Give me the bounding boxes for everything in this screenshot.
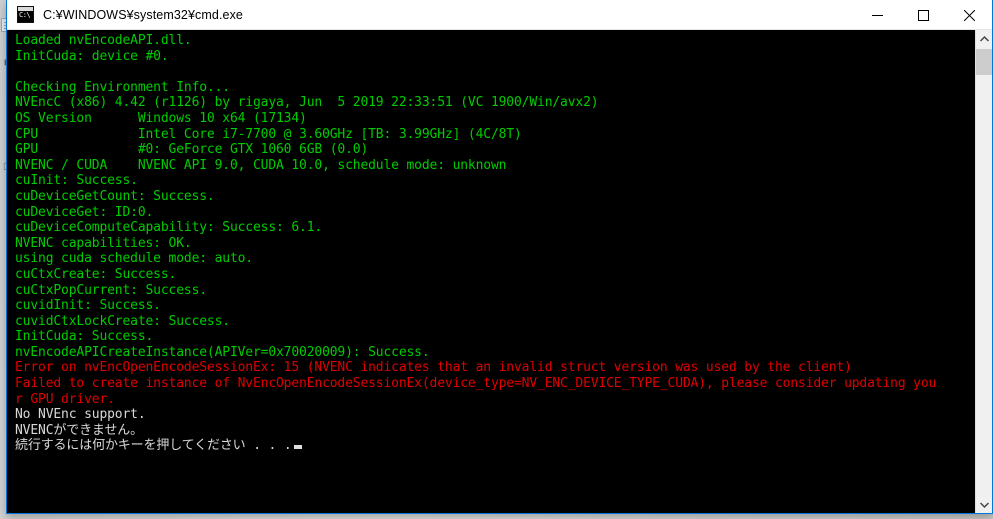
cmd-console-icon: C:\ [17,6,34,23]
console-line: Error on nvEncOpenEncodeSessionEx: 15 (N… [15,360,852,376]
console-line: GPU #0: GeForce GTX 1060 6GB (0.0) [15,142,369,158]
console-line: NVENC / CUDA NVENC API 9.0, CUDA 10.0, s… [15,157,507,173]
console-line: cuDeviceGetCount: Success. [15,188,215,204]
close-icon [963,9,975,21]
scroll-down-button[interactable] [976,496,992,513]
title-bar[interactable]: C:\ C:¥WINDOWS¥system32¥cmd.exe [7,0,992,30]
console-line: cuInit: Success. [15,173,138,189]
text-cursor [293,445,302,450]
console-line: 続行するには何かキーを押してください . . . [15,438,975,454]
console-line: nvEncodeAPICreateInstance(APIVer=0x70020… [15,344,430,360]
console-line: cuCtxCreate: Success. [15,266,177,282]
console-line: NVENCができません。 [15,422,143,438]
scroll-up-button[interactable] [976,30,992,47]
minimize-button[interactable] [854,0,900,30]
window-body: Loaded nvEncodeAPI.dll. InitCuda: device … [7,30,992,513]
close-button[interactable] [946,0,992,30]
console-line: No NVEnc support. [15,407,146,423]
chevron-up-icon [979,35,989,41]
console-line: NVENC capabilities: OK. [15,235,192,251]
console-text: Loaded nvEncodeAPI.dll. InitCuda: device … [15,33,975,454]
scrollbar-track[interactable] [976,47,992,496]
maximize-icon [917,9,929,21]
console-line: CPU Intel Core i7-7700 @ 3.60GHz [TB: 3.… [15,126,522,142]
window-title: C:¥WINDOWS¥system32¥cmd.exe [43,7,243,22]
console-line: cuDeviceGet: ID:0. [15,204,154,220]
vertical-scrollbar[interactable] [975,30,992,513]
console-line: cuvidInit: Success. [15,298,161,314]
console-line: InitCuda: Success. [15,329,154,345]
console-line: using cuda schedule mode: auto. [15,251,253,267]
console-line: Checking Environment Info... [15,79,230,95]
console-line: InitCuda: device #0. [15,48,169,64]
console-line: cuvidCtxLockCreate: Success. [15,313,230,329]
console-line: r GPU driver. [15,391,115,407]
chevron-down-icon [979,502,989,508]
console-output-area[interactable]: Loaded nvEncodeAPI.dll. InitCuda: device … [7,30,975,513]
console-line: Loaded nvEncodeAPI.dll. [15,33,192,48]
console-line: cuCtxPopCurrent: Success. [15,282,207,298]
console-line: NVEncC (x86) 4.42 (r1126) by rigaya, Jun… [15,95,599,111]
scrollbar-thumb[interactable] [976,49,992,75]
console-line: OS Version Windows 10 x64 (17134) [15,110,307,126]
window-controls [854,0,992,30]
maximize-button[interactable] [900,0,946,30]
console-line: Failed to create instance of NvEncOpenEn… [15,376,937,392]
minimize-icon [871,14,883,16]
cmd-window: C:\ C:¥WINDOWS¥system32¥cmd.exe Loaded n… [6,0,993,514]
console-line: cuDeviceComputeCapability: Success: 6.1. [15,220,323,236]
app-icon-prompt-glyph: C:\ [19,11,31,19]
